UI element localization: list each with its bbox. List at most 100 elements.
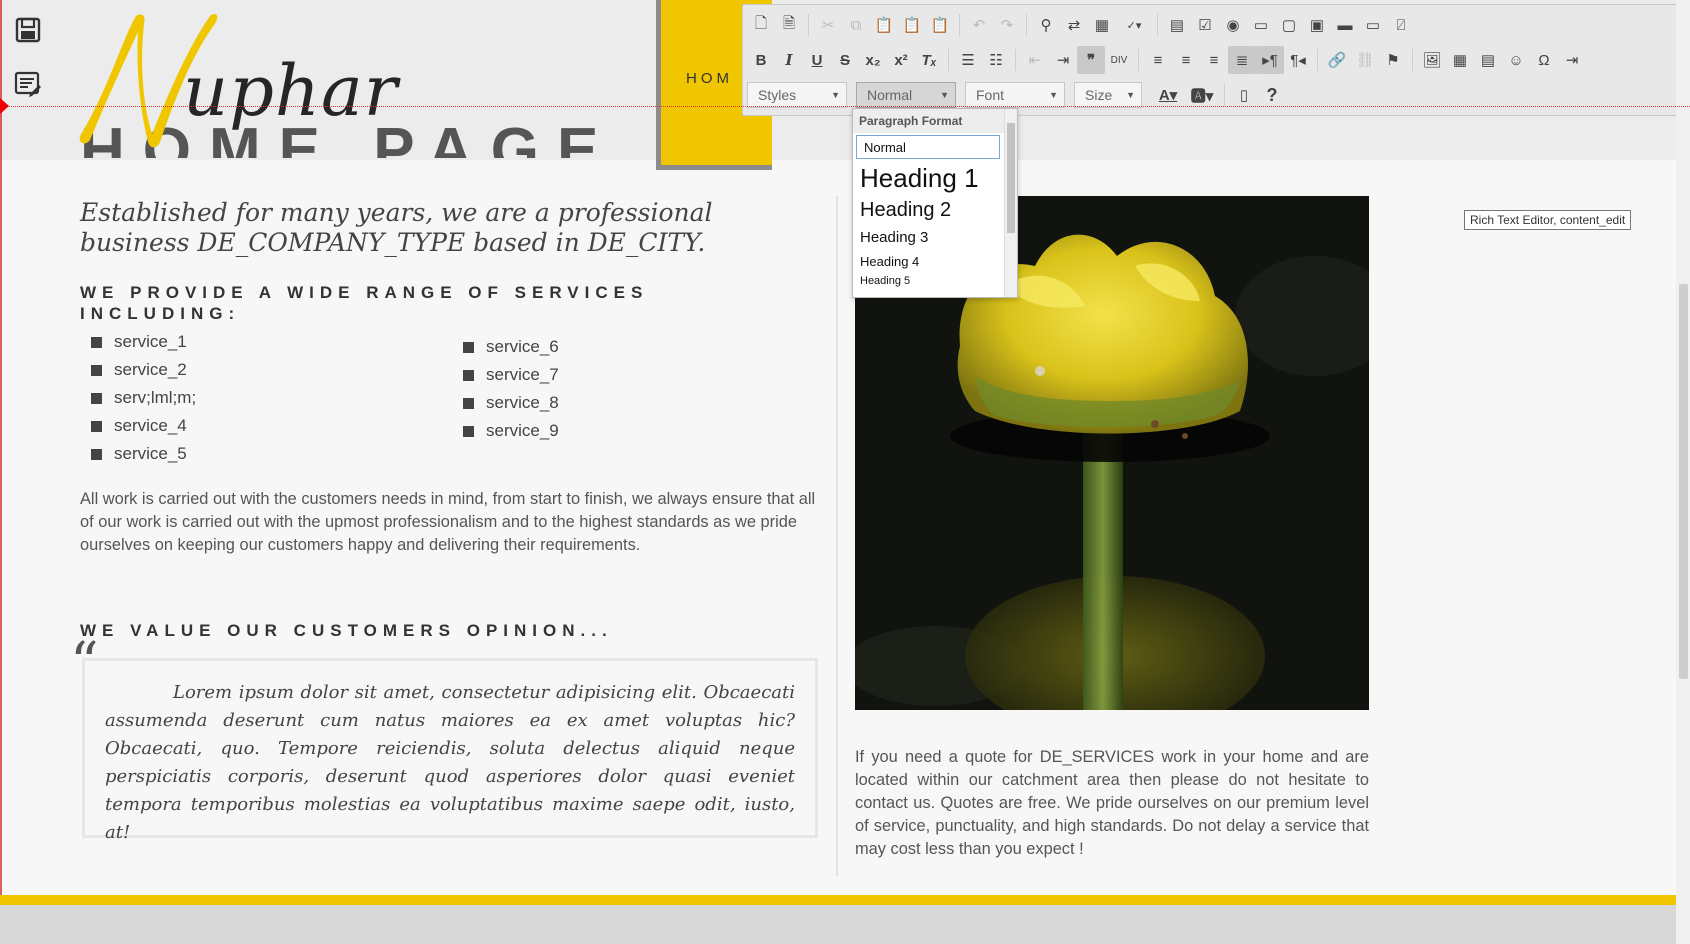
nav-home-link[interactable]: HOM bbox=[686, 70, 733, 87]
help-button[interactable]: ? bbox=[1258, 81, 1286, 109]
select-field-button[interactable]: ▣ bbox=[1303, 11, 1331, 39]
text-color-button[interactable]: A▾ bbox=[1151, 81, 1185, 109]
page-list-icon bbox=[14, 71, 41, 97]
styles-combo[interactable]: Styles ▼ bbox=[747, 82, 847, 108]
superscript-button[interactable]: x² bbox=[887, 46, 915, 74]
dropdown-scrollbar[interactable] bbox=[1004, 109, 1017, 297]
unlink-button[interactable]: ⛓ bbox=[1351, 46, 1379, 74]
indent-button[interactable]: ⇥ bbox=[1049, 46, 1077, 74]
rtl-button[interactable]: ¶◂ bbox=[1284, 46, 1312, 74]
strikethrough-button[interactable]: S bbox=[831, 46, 859, 74]
link-button[interactable]: 🔗 bbox=[1323, 46, 1351, 74]
hidden-field-button[interactable]: ⍁ bbox=[1387, 11, 1415, 39]
horizontal-rule-button[interactable]: ▤ bbox=[1474, 46, 1502, 74]
site-logo[interactable]: uphar bbox=[78, 10, 398, 150]
radio-button[interactable]: ◉ bbox=[1219, 11, 1247, 39]
square-bullet-icon bbox=[91, 336, 102, 348]
list-item[interactable]: service_1 bbox=[91, 328, 196, 356]
remove-format-button[interactable]: Tₓ bbox=[915, 46, 943, 74]
image-button[interactable]: 🖼 bbox=[1418, 46, 1446, 74]
format-option-heading-2[interactable]: Heading 2 bbox=[853, 197, 1017, 227]
select-all-button[interactable]: ▦ bbox=[1088, 11, 1116, 39]
textarea-button[interactable]: ▢ bbox=[1275, 11, 1303, 39]
page-scrollbar-thumb[interactable] bbox=[1679, 284, 1688, 679]
testimonial-text: Lorem ipsum dolor sit amet, consectetur … bbox=[105, 682, 795, 843]
button-field-button[interactable]: ▬ bbox=[1331, 11, 1359, 39]
div-container-button[interactable]: DIV bbox=[1105, 46, 1133, 74]
form-button[interactable]: ▤ bbox=[1163, 11, 1191, 39]
outdent-button[interactable]: ⇤ bbox=[1021, 46, 1049, 74]
ltr-button[interactable]: ▸¶ bbox=[1256, 46, 1284, 74]
list-item[interactable]: service_8 bbox=[463, 389, 559, 417]
page-list-button[interactable] bbox=[8, 64, 48, 104]
new-page-icon: 🗋 bbox=[754, 14, 768, 32]
copy-button[interactable]: ⧉ bbox=[842, 11, 870, 39]
paste-text-button[interactable]: 📋 bbox=[898, 11, 926, 39]
image-button-button[interactable]: ▭ bbox=[1359, 11, 1387, 39]
new-page-button[interactable]: 🗋 bbox=[747, 11, 775, 39]
list-item[interactable]: service_7 bbox=[463, 361, 559, 389]
anchor-button[interactable]: ⚑ bbox=[1379, 46, 1407, 74]
bg-color-button[interactable]: 🅰▾ bbox=[1185, 81, 1219, 109]
bg-color-icon: 🅰▾ bbox=[1190, 87, 1214, 105]
rich-text-toolbar: 🗋 🗎 ✂ ⧉ 📋 📋 📋 ↶ ↷ ⚲ ⇄ ▦ ✓▾ ▤ ☑ ◉ ▭ ▢ ▣ ▬… bbox=[742, 4, 1677, 116]
format-combo[interactable]: Normal ▼ bbox=[856, 82, 956, 108]
smiley-button[interactable]: ☺ bbox=[1502, 46, 1530, 74]
format-option-normal[interactable]: Normal bbox=[856, 135, 1000, 159]
find-button[interactable]: ⚲ bbox=[1032, 11, 1060, 39]
footer-accent-line bbox=[0, 895, 1676, 905]
testimonial-blockquote[interactable]: Lorem ipsum dolor sit amet, consectetur … bbox=[82, 658, 818, 843]
format-option-heading-1[interactable]: Heading 1 bbox=[853, 159, 1017, 197]
size-combo[interactable]: Size ▼ bbox=[1074, 82, 1142, 108]
format-option-heading-4[interactable]: Heading 4 bbox=[853, 252, 1017, 275]
align-left-button[interactable]: ≡ bbox=[1144, 46, 1172, 74]
anchor-flag-icon: ⚑ bbox=[1386, 52, 1400, 69]
square-bullet-icon bbox=[463, 425, 474, 437]
font-combo[interactable]: Font ▼ bbox=[965, 82, 1065, 108]
checkbox-button[interactable]: ☑ bbox=[1191, 11, 1219, 39]
preview-button[interactable]: 🗎 bbox=[775, 11, 803, 39]
table-button[interactable]: ▦ bbox=[1446, 46, 1474, 74]
list-item[interactable]: serv;lml;m; bbox=[91, 384, 196, 412]
editor-guide-line bbox=[0, 106, 1690, 107]
list-item[interactable]: service_6 bbox=[463, 333, 559, 361]
list-item[interactable]: service_5 bbox=[91, 440, 196, 468]
column-divider bbox=[836, 196, 838, 876]
work-paragraph[interactable]: All work is carried out with the custome… bbox=[80, 488, 820, 557]
page-break-button[interactable]: ⇥ bbox=[1558, 46, 1586, 74]
intro-text[interactable]: Established for many years, we are a pro… bbox=[80, 198, 780, 258]
justify-button[interactable]: ≣ bbox=[1228, 46, 1256, 74]
numbered-list-button[interactable]: ☰ bbox=[954, 46, 982, 74]
list-item[interactable]: service_2 bbox=[91, 356, 196, 384]
list-item[interactable]: service_9 bbox=[463, 417, 559, 445]
format-option-heading-5[interactable]: Heading 5 bbox=[853, 275, 1017, 295]
text-field-button[interactable]: ▭ bbox=[1247, 11, 1275, 39]
align-right-button[interactable]: ≡ bbox=[1200, 46, 1228, 74]
bulleted-list-button[interactable]: ☷ bbox=[982, 46, 1010, 74]
paste-word-button[interactable]: 📋 bbox=[926, 11, 954, 39]
underline-button[interactable]: U bbox=[803, 46, 831, 74]
bold-button[interactable]: B bbox=[747, 46, 775, 74]
align-center-button[interactable]: ≡ bbox=[1172, 46, 1200, 74]
format-option-heading-3[interactable]: Heading 3 bbox=[853, 227, 1017, 252]
spellcheck-button[interactable]: ✓▾ bbox=[1116, 11, 1152, 39]
dropdown-scrollbar-thumb[interactable] bbox=[1007, 123, 1015, 233]
show-blocks-button[interactable]: ▯ bbox=[1230, 81, 1258, 109]
spellcheck-icon: ✓▾ bbox=[1126, 19, 1142, 32]
list-item[interactable]: service_4 bbox=[91, 412, 196, 440]
special-char-button[interactable]: Ω bbox=[1530, 46, 1558, 74]
undo-button[interactable]: ↶ bbox=[965, 11, 993, 39]
cut-button[interactable]: ✂ bbox=[814, 11, 842, 39]
save-button[interactable] bbox=[8, 10, 48, 50]
replace-button[interactable]: ⇄ bbox=[1060, 11, 1088, 39]
paste-button[interactable]: 📋 bbox=[870, 11, 898, 39]
italic-button[interactable]: I bbox=[775, 46, 803, 74]
services-heading[interactable]: WE PROVIDE A WIDE RANGE OF SERVICES INCL… bbox=[80, 282, 780, 324]
blockquote-button[interactable]: ❞ bbox=[1077, 46, 1105, 74]
page-scrollbar[interactable] bbox=[1676, 0, 1690, 944]
redo-button[interactable]: ↷ bbox=[993, 11, 1021, 39]
subscript-button[interactable]: x₂ bbox=[859, 46, 887, 74]
quote-paragraph[interactable]: If you need a quote for DE_SERVICES work… bbox=[855, 746, 1369, 861]
square-bullet-icon bbox=[463, 341, 474, 353]
testimonial-heading[interactable]: WE VALUE OUR CUSTOMERS OPINION... bbox=[80, 620, 613, 641]
